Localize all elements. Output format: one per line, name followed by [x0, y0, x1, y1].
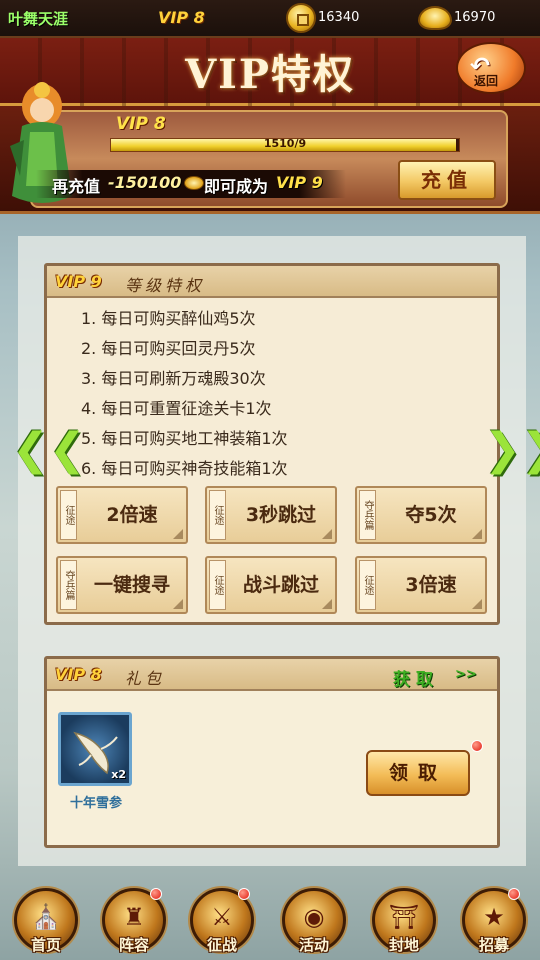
nav-recruit[interactable]: ★ 招募 [460, 888, 528, 960]
privilege-item: 6. 每日可购买神奇技能箱1次 [81, 459, 288, 478]
nav-label: 首页 [30, 936, 61, 954]
feature-label: 3倍速 [405, 574, 457, 596]
feature-label: 战斗跳过 [242, 574, 319, 596]
tile-corner-icon [322, 529, 332, 539]
vip-progress-text: 1510/9 [263, 137, 307, 150]
privilege-item: 3. 每日可刷新万魂殿30次 [81, 369, 266, 388]
recharge-amount: -150100 [108, 173, 182, 192]
recharge-button[interactable]: 充值 [398, 160, 496, 200]
player-name: 叶舞天涯 [8, 10, 69, 28]
nav-lineup[interactable]: ♜ 阵容 [100, 888, 168, 960]
back-button[interactable]: ↶ 返回 [456, 42, 526, 94]
coin-count: 16340 [318, 10, 360, 25]
claim-button[interactable]: 领取 [366, 750, 470, 796]
nav-label: 活动 [298, 936, 329, 954]
privilege-vip-label: VIP 9 [55, 272, 102, 291]
gift-vip-label: VIP 8 [55, 665, 102, 684]
feature-tag: 征途 [209, 560, 226, 610]
feature-tile: 征途 3秒跳过 [205, 486, 337, 544]
privilege-item: 2. 每日可购买回灵丹5次 [81, 339, 256, 358]
feature-tag: 夺兵篇 [359, 490, 376, 540]
nav-label: 征战 [206, 936, 237, 954]
privilege-item: 4. 每日可重置征途关卡1次 [81, 399, 272, 418]
nav-campaign[interactable]: ⚔ 征战 [188, 888, 256, 960]
nav-label: 阵容 [118, 936, 149, 954]
nav-label: 招募 [478, 936, 509, 954]
recharge-middle-text: 即可成为 [204, 177, 269, 196]
ingot-icon [184, 176, 204, 190]
privilege-title: 等级特权 [125, 276, 206, 295]
get-more-link[interactable]: 获取 [393, 665, 439, 690]
nav-fief[interactable]: ⛩ 封地 [370, 888, 438, 960]
claim-notification-dot [471, 740, 483, 752]
tile-corner-icon [322, 599, 332, 609]
gift-item-slot[interactable]: x2 [58, 712, 132, 786]
tile-corner-icon [173, 599, 183, 609]
current-vip-label: VIP 8 [116, 114, 166, 134]
palace-icon: ⛪ [31, 903, 61, 931]
drum-icon: ◉ [303, 903, 325, 931]
feature-tag: 征途 [359, 560, 376, 610]
feature-label: 夺5次 [405, 504, 457, 526]
privilege-list: 1. 每日可购买醉仙鸡5次 2. 每日可购买回灵丹5次 3. 每日可刷新万魂殿3… [81, 304, 288, 484]
top-status-bar: 叶舞天涯 VIP 8 16340 16970 [0, 0, 540, 38]
feature-tag: 夺兵篇 [60, 560, 77, 610]
gift-item-name: 十年雪参 [69, 796, 122, 811]
nav-notification-dot [238, 888, 250, 900]
gift-title: 礼包 [125, 669, 166, 688]
nav-home[interactable]: ⛪ 首页 [12, 888, 80, 960]
feature-tag: 征途 [60, 490, 77, 540]
feature-tile: 夺兵篇 夺5次 [355, 486, 487, 544]
back-button-label: 返回 [474, 74, 499, 88]
ingot-count: 16970 [454, 10, 496, 25]
feature-tile: 夺兵篇 一键搜寻 [56, 556, 188, 614]
feature-tag: 征途 [209, 490, 226, 540]
privilege-item: 5. 每日可购买地工神装箱1次 [81, 429, 288, 448]
tile-corner-icon [472, 599, 482, 609]
privilege-item: 1. 每日可购买醉仙鸡5次 [81, 309, 256, 328]
target-vip-label: VIP 9 [276, 173, 323, 192]
gold-ingot-icon [418, 6, 452, 30]
feature-label: 一键搜寻 [93, 574, 170, 596]
next-vip-arrow-icon[interactable]: ❯❯ [484, 428, 540, 474]
helmet-icon: ♜ [123, 903, 145, 931]
bottom-nav: ⛪ 首页 ♜ 阵容 ⚔ 征战 ◉ 活动 ⛩ 封地 ★ 招募 [0, 880, 540, 960]
recruit-icon: ★ [483, 903, 505, 931]
nav-notification-dot [150, 888, 162, 900]
prev-vip-arrow-icon[interactable]: ❮❮ [12, 428, 86, 474]
feature-tile: 征途 2倍速 [56, 486, 188, 544]
gift-panel-header: VIP 8 礼包 获取 >> [47, 659, 497, 691]
nav-notification-dot [508, 888, 520, 900]
recharge-prefix: 再充值 [52, 177, 101, 196]
tile-corner-icon [173, 529, 183, 539]
privilege-panel-header: VIP 9 等级特权 [47, 266, 497, 298]
vip-level-badge: VIP 8 [158, 8, 205, 27]
feature-tile: 征途 战斗跳过 [205, 556, 337, 614]
feature-label: 3秒跳过 [245, 504, 317, 526]
crossed-swords-icon: ⚔ [211, 903, 233, 931]
nav-label: 封地 [388, 936, 419, 954]
get-more-arrow[interactable]: >> [455, 667, 477, 682]
feature-tile: 征途 3倍速 [355, 556, 487, 614]
tile-corner-icon [472, 529, 482, 539]
nav-events[interactable]: ◉ 活动 [280, 888, 348, 960]
copper-coin-icon [286, 3, 316, 33]
feature-label: 2倍速 [106, 504, 158, 526]
castle-icon: ⛩ [388, 903, 420, 931]
gift-item-count: x2 [111, 768, 126, 781]
